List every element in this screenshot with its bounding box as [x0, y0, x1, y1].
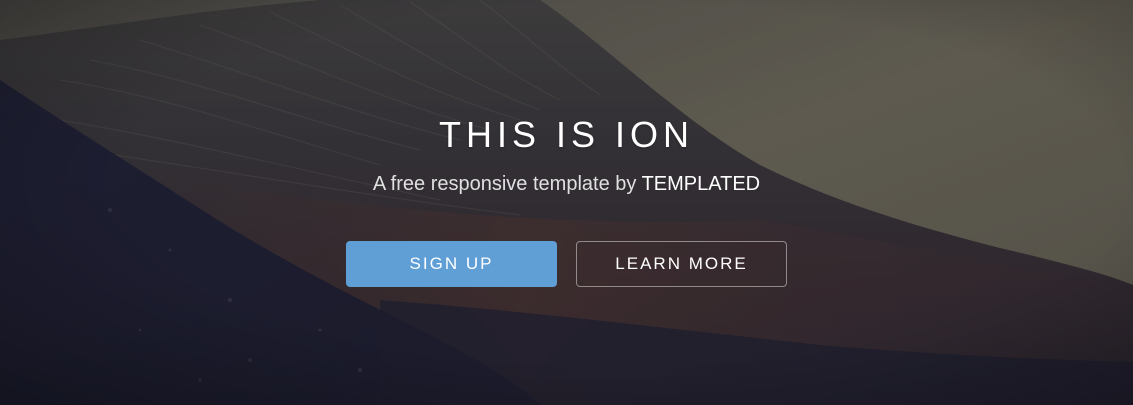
learn-more-button[interactable]: LEARN MORE	[576, 241, 787, 287]
hero-banner: THIS IS ION A free responsive template b…	[0, 0, 1133, 405]
subtitle-brand: TEMPLATED	[641, 173, 761, 195]
page-subtitle: A free responsive template by TEMPLATED	[0, 170, 1133, 198]
page-title: THIS IS ION	[438, 114, 695, 155]
subtitle-text: A free responsive template by	[372, 173, 642, 195]
sign-up-button[interactable]: SIGN UP	[346, 241, 557, 287]
hero-content: THIS IS ION A free responsive template b…	[0, 0, 1133, 405]
